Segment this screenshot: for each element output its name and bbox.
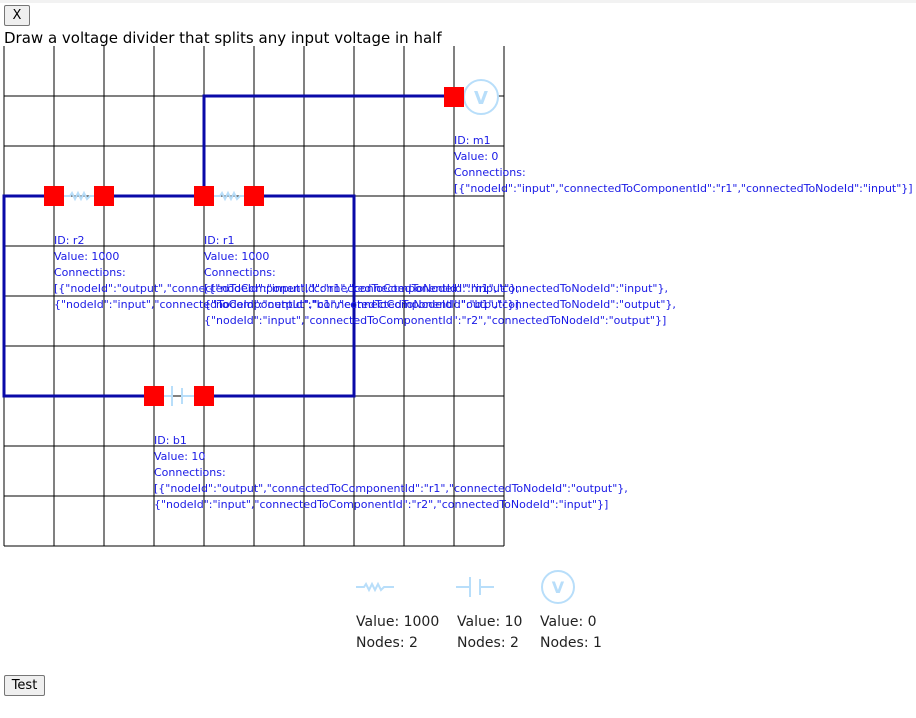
component-info-b1: ID: b1 Value: 10 Connections: [{"nodeId"… (154, 433, 628, 513)
palette-item-voltmeter[interactable]: Value: 0 Nodes: 1 (540, 612, 602, 654)
node-r2-input[interactable] (44, 186, 64, 206)
palette-nodes: Nodes: 1 (540, 635, 602, 651)
voltmeter-m1-symbol: V (474, 88, 488, 109)
component-value: Value: 0 (454, 150, 499, 163)
palette-item-resistor[interactable]: Value: 1000 Nodes: 2 (356, 612, 439, 654)
palette-item-battery[interactable]: Value: 10 Nodes: 2 (457, 612, 522, 654)
palette-nodes: Nodes: 2 (457, 635, 519, 651)
resistor-r1[interactable] (194, 186, 264, 206)
node-r1-output[interactable] (244, 186, 264, 206)
connection-line: [{"nodeId":"input","connectedToComponent… (454, 182, 913, 195)
palette-value: Value: 1000 (356, 614, 440, 630)
palette-nodes: Nodes: 2 (356, 635, 418, 651)
connection-line: {"nodeId":"input","connectedToComponentI… (204, 314, 667, 327)
palette-voltmeter-symbol: V (552, 578, 565, 597)
test-button[interactable]: Test (4, 675, 45, 696)
node-m1-input[interactable] (444, 87, 464, 107)
component-palette: V (356, 570, 575, 604)
circuit-board[interactable]: V (0, 0, 916, 718)
voltmeter-m1[interactable]: V (444, 79, 499, 115)
connection-line: [{"nodeId":"output","connectedToComponen… (154, 482, 628, 495)
resistor-r2-icon (64, 190, 94, 202)
component-id: ID: m1 (454, 134, 491, 147)
component-id: ID: b1 (154, 434, 187, 447)
connections-heading: Connections: (454, 166, 526, 179)
component-id: ID: r1 (204, 234, 235, 247)
node-r1-input[interactable] (194, 186, 214, 206)
component-info-m1: ID: m1 Value: 0 Connections: [{"nodeId":… (454, 133, 913, 197)
resistor-r2[interactable] (44, 186, 114, 206)
palette-value: Value: 0 (540, 614, 597, 630)
palette-value: Value: 10 (457, 614, 523, 630)
connection-line: [{"nodeId":"input","connectedToComponent… (204, 282, 668, 295)
palette-voltmeter-icon[interactable]: V (541, 570, 575, 604)
connections-heading: Connections: (154, 466, 226, 479)
resistor-r1-icon (214, 190, 244, 202)
node-b1-output[interactable] (194, 386, 214, 406)
connection-line: {"nodeId":"input","connectedToComponentI… (154, 498, 609, 511)
palette-resistor-icon[interactable] (356, 581, 394, 593)
component-value: Value: 10 (154, 450, 206, 463)
node-b1-input[interactable] (144, 386, 164, 406)
connections-heading: Connections: (204, 266, 276, 279)
connection-line: {"nodeId":"output","connectedToComponent… (204, 298, 676, 311)
node-r2-output[interactable] (94, 186, 114, 206)
palette-battery-icon[interactable] (456, 577, 494, 597)
component-value: Value: 1000 (204, 250, 270, 263)
component-info-r1: ID: r1 Value: 1000 Connections: [{"nodeI… (204, 233, 676, 329)
